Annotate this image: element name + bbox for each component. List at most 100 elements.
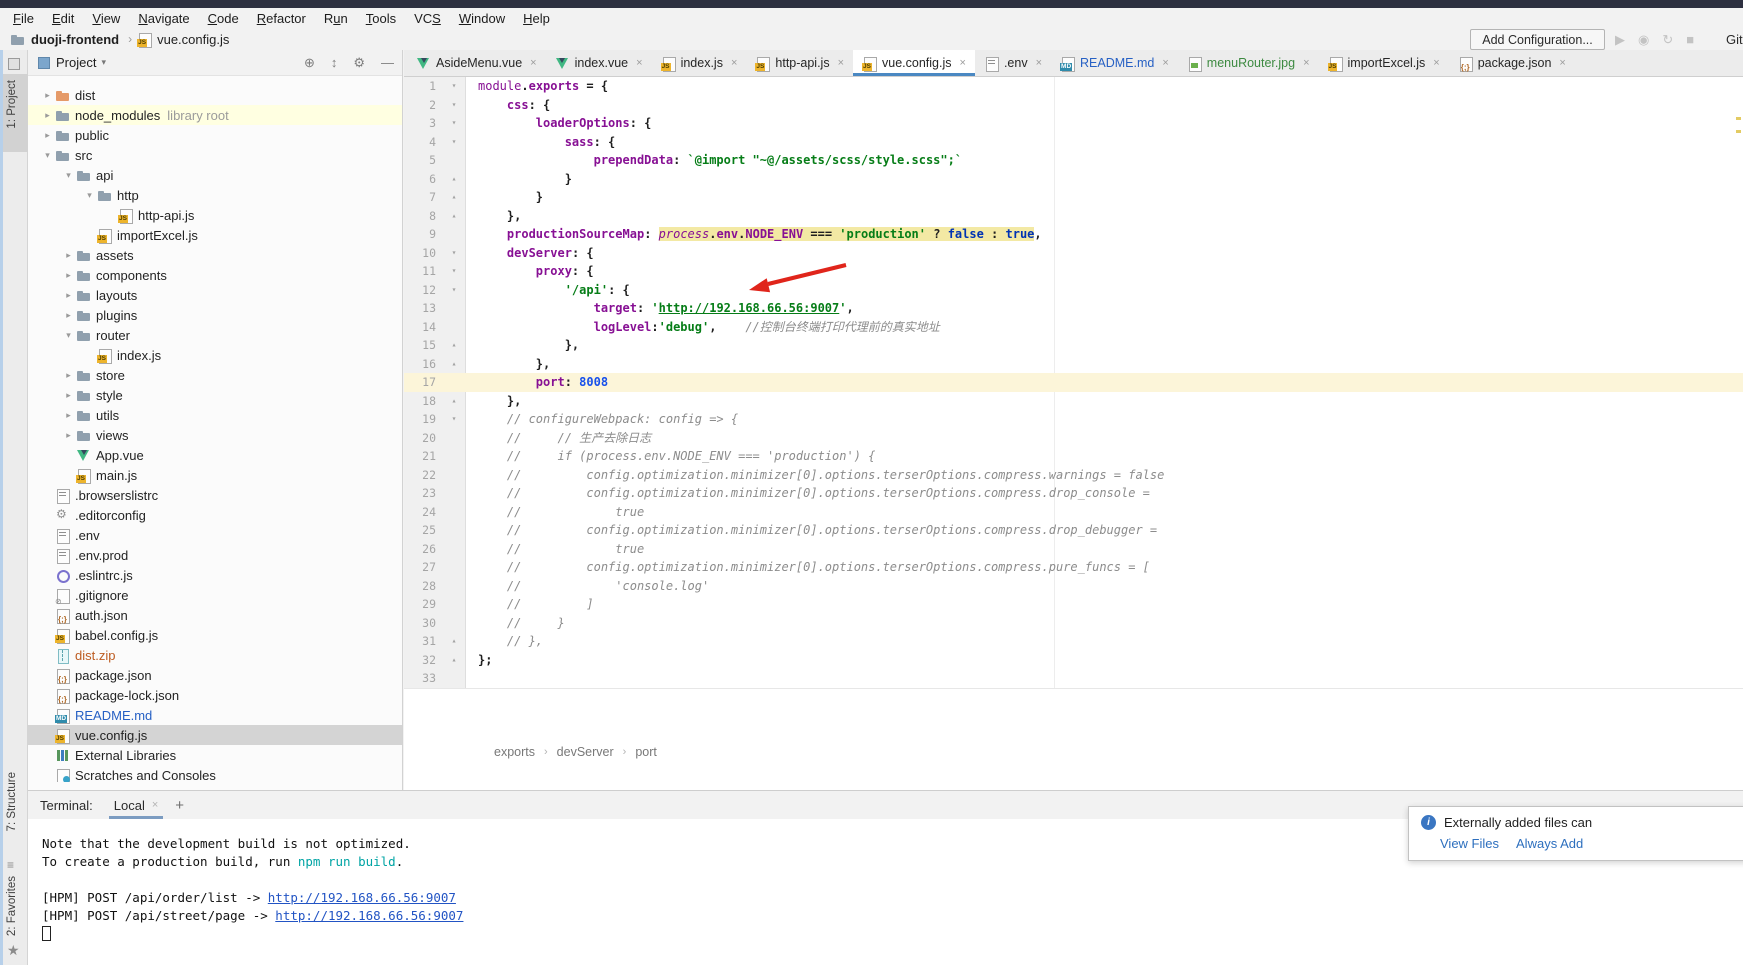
tree-item-importexcel-js[interactable]: JSimportExcel.js <box>28 225 402 245</box>
collapse-all-icon[interactable]: ↕ <box>331 55 338 71</box>
chevron-right-icon[interactable]: ▸ <box>40 90 55 101</box>
run-icon[interactable]: ▶ <box>1615 32 1625 48</box>
chevron-right-icon[interactable]: ▸ <box>61 270 76 281</box>
stop-icon[interactable]: ■ <box>1686 32 1694 47</box>
breadcrumb-exports[interactable]: exports <box>494 745 535 759</box>
project-panel-title[interactable]: Project <box>56 55 96 70</box>
chevron-right-icon[interactable]: ▸ <box>61 370 76 381</box>
tab-http-api-js[interactable]: JShttp-api.js× <box>746 50 853 76</box>
tree-item-package-json[interactable]: {;}package.json <box>28 665 402 685</box>
settings-icon[interactable]: ⚙ <box>353 55 365 71</box>
chevron-right-icon[interactable]: ▸ <box>40 130 55 141</box>
add-configuration-button[interactable]: Add Configuration... <box>1470 29 1605 50</box>
tree-item-public[interactable]: ▸public <box>28 125 402 145</box>
tree-item-plugins[interactable]: ▸plugins <box>28 305 402 325</box>
chevron-right-icon[interactable]: ▸ <box>61 290 76 301</box>
chevron-right-icon[interactable]: ▸ <box>61 430 76 441</box>
fold-marker-icon[interactable]: ▴ <box>436 632 472 651</box>
tree-item-external-libraries[interactable]: External Libraries <box>28 745 402 765</box>
menu-file[interactable]: File <box>4 9 43 28</box>
locate-icon[interactable]: ⊕ <box>304 55 315 71</box>
menu-edit[interactable]: Edit <box>43 9 83 28</box>
stripe-button-structure[interactable]: 7: Structure <box>6 772 18 831</box>
tree-item-scratches-and-consoles[interactable]: Scratches and Consoles <box>28 765 402 782</box>
breadcrumb-file[interactable]: vue.config.js <box>157 32 229 47</box>
tree-item-env[interactable]: .env <box>28 525 402 545</box>
close-icon[interactable]: × <box>530 57 536 69</box>
tab-menurouter-jpg[interactable]: menuRouter.jpg× <box>1178 50 1319 76</box>
code-editor[interactable]: 1▾module.exports = {2▾ css: {3▾ loaderOp… <box>404 77 1743 689</box>
tree-item-dist[interactable]: ▸dist <box>28 85 402 105</box>
fold-marker-icon[interactable]: ▾ <box>436 114 472 133</box>
notification-action-view-files[interactable]: View Files <box>1440 836 1499 851</box>
notification-action-always-add[interactable]: Always Add <box>1516 836 1583 851</box>
menu-tools[interactable]: Tools <box>357 9 405 28</box>
new-terminal-session-button[interactable]: + <box>175 797 184 814</box>
fold-marker-icon[interactable]: ▴ <box>436 170 472 189</box>
close-icon[interactable]: × <box>1433 57 1439 69</box>
menu-code[interactable]: Code <box>199 9 248 28</box>
tree-item-http-api-js[interactable]: JShttp-api.js <box>28 205 402 225</box>
tree-item-browserslistrc[interactable]: .browserslistrc <box>28 485 402 505</box>
tree-item-main-js[interactable]: JSmain.js <box>28 465 402 485</box>
debug-icon[interactable]: ◉ <box>1638 32 1649 48</box>
tree-item-store[interactable]: ▸store <box>28 365 402 385</box>
breadcrumb-port[interactable]: port <box>635 745 657 759</box>
terminal-tab-local[interactable]: Local × <box>111 791 162 819</box>
fold-marker-icon[interactable]: ▴ <box>436 188 472 207</box>
tree-item-package-lock-json[interactable]: {;}package-lock.json <box>28 685 402 705</box>
terminal-url-link[interactable]: http://192.168.66.56:9007 <box>275 908 463 923</box>
close-icon[interactable]: × <box>1559 57 1565 69</box>
close-icon[interactable]: × <box>1036 57 1042 69</box>
tab-index-js[interactable]: JSindex.js× <box>652 50 747 76</box>
tab-readme-md[interactable]: MDREADME.md× <box>1051 50 1178 76</box>
breadcrumb-project[interactable]: duoji-frontend <box>31 32 119 47</box>
chevron-right-icon[interactable]: ▸ <box>61 250 76 261</box>
hide-panel-icon[interactable]: — <box>381 55 394 71</box>
fold-marker-icon[interactable]: ▴ <box>436 355 472 374</box>
fold-marker-icon[interactable]: ▴ <box>436 651 472 670</box>
tree-item-env-prod[interactable]: .env.prod <box>28 545 402 565</box>
run-with-coverage-icon[interactable]: ↻ <box>1662 32 1673 48</box>
project-tree[interactable]: ▸dist▸node_moduleslibrary root▸public▾sr… <box>28 76 402 782</box>
close-icon[interactable]: × <box>1303 57 1309 69</box>
stripe-button-favorites[interactable]: 2: Favorites <box>6 876 18 936</box>
tab-vue-config-js[interactable]: JSvue.config.js× <box>853 50 975 76</box>
close-icon[interactable]: × <box>731 57 737 69</box>
terminal-url-link[interactable]: http://192.168.66.56:9007 <box>268 890 456 905</box>
menu-run[interactable]: Run <box>315 9 357 28</box>
stripe-button-project[interactable]: 1: Project <box>6 80 18 129</box>
close-icon[interactable]: × <box>960 57 966 69</box>
fold-marker-icon[interactable]: ▾ <box>436 133 472 152</box>
tree-item-readme-md[interactable]: MDREADME.md <box>28 705 402 725</box>
tree-item-vue-config-js[interactable]: JSvue.config.js <box>28 725 402 745</box>
tab-env[interactable]: .env× <box>975 50 1051 76</box>
fold-marker-icon[interactable]: ▾ <box>436 410 472 429</box>
fold-marker-icon[interactable]: ▴ <box>436 392 472 411</box>
tree-item-app-vue[interactable]: App.vue <box>28 445 402 465</box>
tab-package-json[interactable]: {;}package.json× <box>1449 50 1575 76</box>
menu-window[interactable]: Window <box>450 9 514 28</box>
menu-navigate[interactable]: Navigate <box>129 9 198 28</box>
tree-item-utils[interactable]: ▸utils <box>28 405 402 425</box>
chevron-down-icon[interactable]: ▾ <box>40 150 55 161</box>
chevron-down-icon[interactable]: ▾ <box>61 170 76 181</box>
tree-item-components[interactable]: ▸components <box>28 265 402 285</box>
chevron-right-icon[interactable]: ▸ <box>61 310 76 321</box>
breadcrumb-devserver[interactable]: devServer <box>557 745 614 759</box>
tree-item-babel-config-js[interactable]: JSbabel.config.js <box>28 625 402 645</box>
tab-importexcel-js[interactable]: JSimportExcel.js× <box>1319 50 1449 76</box>
fold-marker-icon[interactable]: ▴ <box>436 336 472 355</box>
chevron-down-icon[interactable]: ▾ <box>61 330 76 341</box>
git-widget[interactable]: Git: <box>1726 32 1743 47</box>
tree-item-views[interactable]: ▸views <box>28 425 402 445</box>
error-stripe[interactable] <box>1736 117 1741 143</box>
tree-item-http[interactable]: ▾http <box>28 185 402 205</box>
close-icon[interactable]: × <box>838 57 844 69</box>
tree-item-dist-zip[interactable]: dist.zip <box>28 645 402 665</box>
tree-item-node-modules[interactable]: ▸node_moduleslibrary root <box>28 105 402 125</box>
chevron-down-icon[interactable]: ▾ <box>82 190 97 201</box>
fold-marker-icon[interactable]: ▾ <box>436 262 472 281</box>
tree-item-layouts[interactable]: ▸layouts <box>28 285 402 305</box>
tree-item-router[interactable]: ▾router <box>28 325 402 345</box>
